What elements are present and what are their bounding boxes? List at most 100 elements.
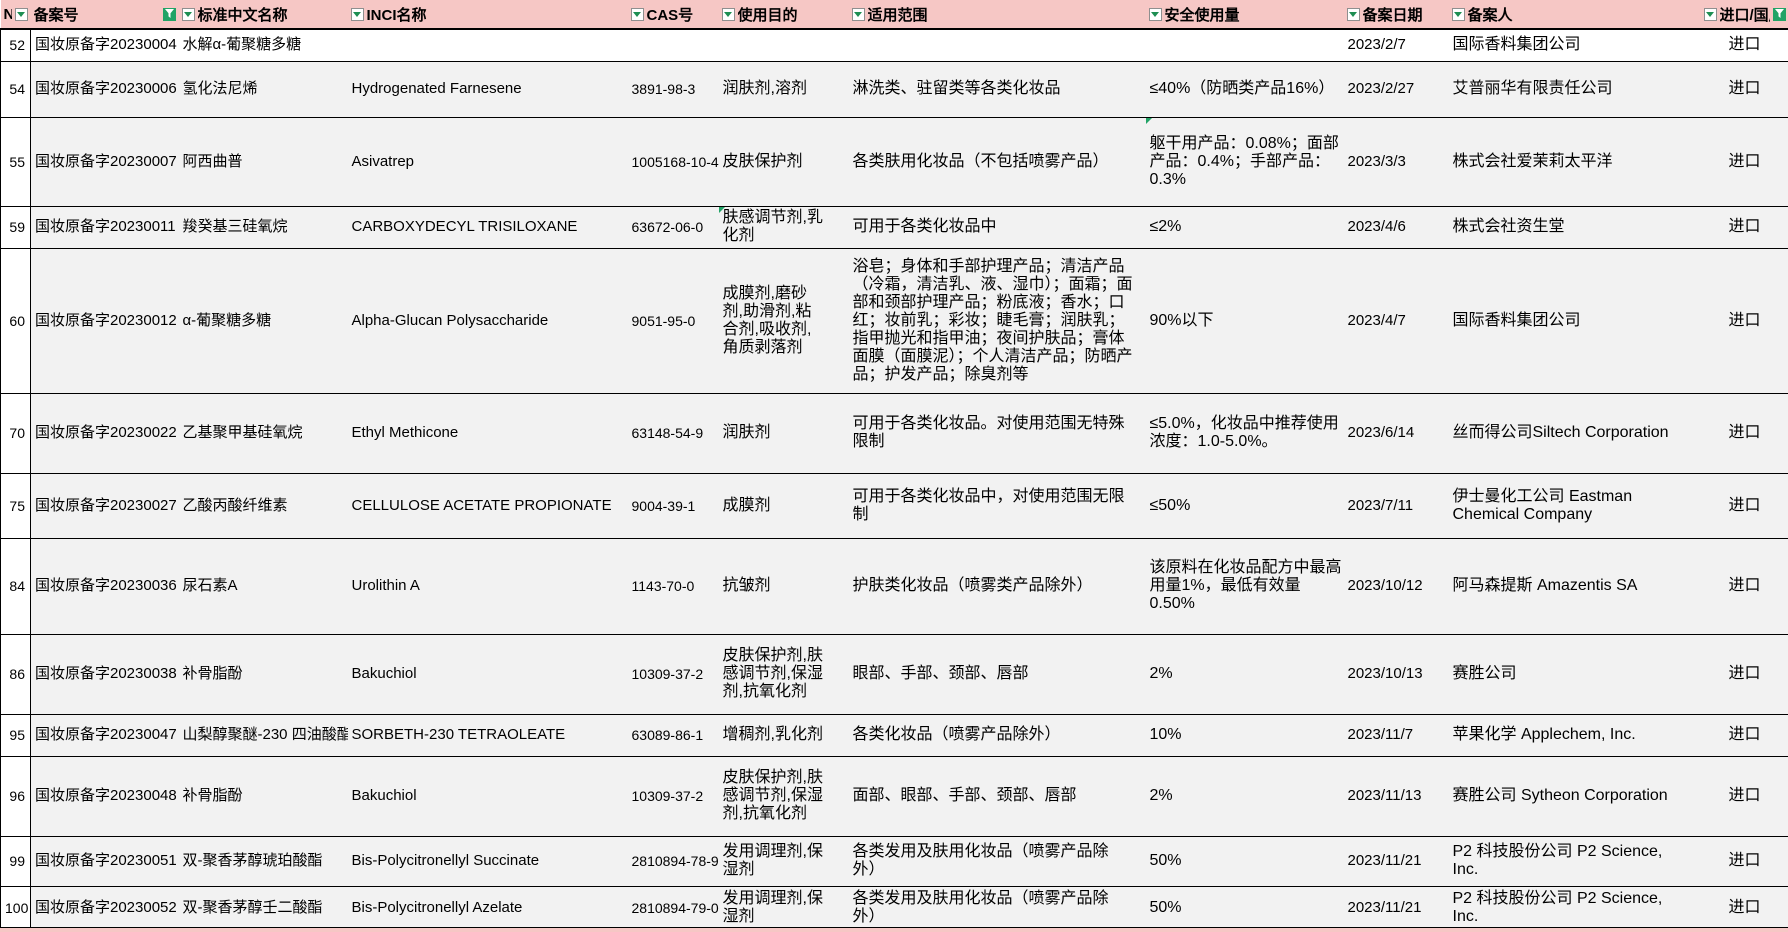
cell-filing-date[interactable]: 2023/11/21 — [1344, 886, 1449, 929]
cell-registrant[interactable]: 株式会社资生堂 — [1449, 206, 1701, 248]
cell-filing-date[interactable]: 2023/11/13 — [1344, 756, 1449, 836]
cell-no[interactable]: 55 — [1, 117, 31, 206]
cell-filing-date[interactable]: 2023/11/7 — [1344, 714, 1449, 756]
cell-reg-no[interactable]: 国妆原备字20230048 — [31, 756, 179, 836]
cell-no[interactable]: 96 — [1, 756, 31, 836]
filter-dropdown-icon[interactable] — [15, 8, 28, 21]
cell-cas-no[interactable]: 3891-98-3 — [628, 61, 719, 117]
cell-safe-usage[interactable]: 2% — [1146, 756, 1344, 836]
cell-origin[interactable]: 进口 — [1701, 117, 1788, 206]
cell-cn-name[interactable]: 山梨醇聚醚-230 四油酸酯 — [179, 714, 348, 756]
cell-no[interactable]: 54 — [1, 61, 31, 117]
cell-registrant[interactable]: 伊士曼化工公司 Eastman Chemical Company — [1449, 473, 1701, 538]
cell-cn-name[interactable]: 羧癸基三硅氧烷 — [179, 206, 348, 248]
column-header-filing-date[interactable]: 备案日期 — [1344, 0, 1449, 29]
cell-purpose[interactable]: 发用调理剂,保湿剂 — [719, 836, 849, 886]
cell-safe-usage[interactable] — [1146, 29, 1344, 61]
filter-dropdown-icon[interactable] — [1149, 8, 1162, 21]
cell-cas-no[interactable]: 1143-70-0 — [628, 538, 719, 634]
cell-filing-date[interactable]: 2023/6/14 — [1344, 393, 1449, 473]
cell-registrant[interactable]: 赛胜公司 Sytheon Corporation — [1449, 756, 1701, 836]
column-header-origin[interactable]: 进口/国产 — [1701, 0, 1788, 29]
cell-safe-usage[interactable]: 50% — [1146, 836, 1344, 886]
column-header-cas-no[interactable]: CAS号 — [628, 0, 719, 29]
cell-scope[interactable]: 浴皂；身体和手部护理产品；清洁产品（冷霜，清洁乳、液、湿巾）；面霜；面部和颈部护… — [849, 248, 1146, 393]
cell-no[interactable]: 52 — [1, 29, 31, 61]
cell-cas-no[interactable]: 63148-54-9 — [628, 393, 719, 473]
cell-cas-no[interactable]: 1005168-10-4 — [628, 117, 719, 206]
cell-cn-name[interactable]: 阿西曲普 — [179, 117, 348, 206]
cell-cn-name[interactable]: 补骨脂酚 — [179, 756, 348, 836]
cell-purpose[interactable]: 成膜剂,磨砂剂,助滑剂,粘合剂,吸收剂,角质剥落剂 — [719, 248, 849, 393]
cell-reg-no[interactable]: 国妆原备字20230006 — [31, 61, 179, 117]
cell-no[interactable]: 100 — [1, 886, 31, 929]
cell-safe-usage[interactable]: ≤40%（防晒类产品16%） — [1146, 61, 1344, 117]
cell-cas-no[interactable]: 63672-06-0 — [628, 206, 719, 248]
column-header-inci-name[interactable]: INCI名称 — [348, 0, 628, 29]
filter-dropdown-icon[interactable] — [1704, 8, 1717, 21]
cell-safe-usage[interactable]: 2% — [1146, 634, 1344, 714]
cell-safe-usage[interactable]: ≤50% — [1146, 473, 1344, 538]
column-header-purpose[interactable]: 使用目的 — [719, 0, 849, 29]
column-header-scope[interactable]: 适用范围 — [849, 0, 1146, 29]
cell-inci-name[interactable]: Urolithin A — [348, 538, 628, 634]
cell-cas-no[interactable]: 63089-86-1 — [628, 714, 719, 756]
cell-no[interactable]: 99 — [1, 836, 31, 886]
column-header-no[interactable]: NO — [1, 0, 31, 29]
cell-no[interactable]: 86 — [1, 634, 31, 714]
cell-reg-no[interactable]: 国妆原备字20230012 — [31, 248, 179, 393]
cell-registrant[interactable]: 艾普丽华有限责任公司 — [1449, 61, 1701, 117]
cell-cas-no[interactable]: 9004-39-1 — [628, 473, 719, 538]
cell-scope[interactable]: 淋洗类、驻留类等各类化妆品 — [849, 61, 1146, 117]
cell-safe-usage[interactable]: 10% — [1146, 714, 1344, 756]
filter-active-icon[interactable] — [163, 8, 176, 21]
column-header-safe-usage[interactable]: 安全使用量 — [1146, 0, 1344, 29]
cell-filing-date[interactable]: 2023/2/27 — [1344, 61, 1449, 117]
cell-inci-name[interactable]: Asivatrep — [348, 117, 628, 206]
cell-no[interactable]: 70 — [1, 393, 31, 473]
cell-reg-no[interactable]: 国妆原备字20230007 — [31, 117, 179, 206]
cell-scope[interactable]: 各类化妆品（喷雾产品除外） — [849, 714, 1146, 756]
cell-registrant[interactable]: P2 科技股份公司 P2 Science, Inc. — [1449, 886, 1701, 929]
cell-purpose[interactable]: 润肤剂,溶剂 — [719, 61, 849, 117]
cell-filing-date[interactable]: 2023/7/11 — [1344, 473, 1449, 538]
cell-filing-date[interactable]: 2023/4/6 — [1344, 206, 1449, 248]
cell-filing-date[interactable]: 2023/4/7 — [1344, 248, 1449, 393]
cell-safe-usage[interactable]: ≤2% — [1146, 206, 1344, 248]
cell-purpose[interactable]: 皮肤保护剂 — [719, 117, 849, 206]
cell-purpose[interactable]: 抗皱剂 — [719, 538, 849, 634]
cell-inci-name[interactable] — [348, 29, 628, 61]
cell-cas-no[interactable]: 2810894-79-0 — [628, 886, 719, 929]
cell-origin[interactable]: 进口 — [1701, 538, 1788, 634]
cell-registrant[interactable]: 苹果化学 Applechem, Inc. — [1449, 714, 1701, 756]
cell-reg-no[interactable]: 国妆原备字20230011 — [31, 206, 179, 248]
filter-dropdown-icon[interactable] — [631, 8, 644, 21]
cell-no[interactable]: 84 — [1, 538, 31, 634]
cell-cn-name[interactable]: α-葡聚糖多糖 — [179, 248, 348, 393]
cell-reg-no[interactable]: 国妆原备字20230047 — [31, 714, 179, 756]
filter-dropdown-icon[interactable] — [722, 8, 735, 21]
cell-cn-name[interactable]: 补骨脂酚 — [179, 634, 348, 714]
cell-inci-name[interactable]: Hydrogenated Farnesene — [348, 61, 628, 117]
cell-no[interactable]: 95 — [1, 714, 31, 756]
cell-inci-name[interactable]: Bakuchiol — [348, 756, 628, 836]
cell-no[interactable]: 75 — [1, 473, 31, 538]
cell-filing-date[interactable]: 2023/10/12 — [1344, 538, 1449, 634]
cell-origin[interactable]: 进口 — [1701, 714, 1788, 756]
cell-origin[interactable]: 进口 — [1701, 29, 1788, 61]
cell-origin[interactable]: 进口 — [1701, 61, 1788, 117]
cell-scope[interactable]: 面部、眼部、手部、颈部、唇部 — [849, 756, 1146, 836]
filter-dropdown-icon[interactable] — [182, 8, 195, 21]
cell-purpose[interactable]: 润肤剂 — [719, 393, 849, 473]
cell-cas-no[interactable]: 9051-95-0 — [628, 248, 719, 393]
cell-cn-name[interactable]: 尿石素A — [179, 538, 348, 634]
filter-dropdown-icon[interactable] — [1452, 8, 1465, 21]
cell-cn-name[interactable]: 乙酸丙酸纤维素 — [179, 473, 348, 538]
cell-cn-name[interactable]: 氢化法尼烯 — [179, 61, 348, 117]
cell-origin[interactable]: 进口 — [1701, 206, 1788, 248]
cell-cas-no[interactable]: 2810894-78-9 — [628, 836, 719, 886]
filter-dropdown-icon[interactable] — [852, 8, 865, 21]
column-header-registrant[interactable]: 备案人 — [1449, 0, 1701, 29]
cell-inci-name[interactable]: Bis-Polycitronellyl Azelate — [348, 886, 628, 929]
cell-registrant[interactable]: 丝而得公司Siltech Corporation — [1449, 393, 1701, 473]
